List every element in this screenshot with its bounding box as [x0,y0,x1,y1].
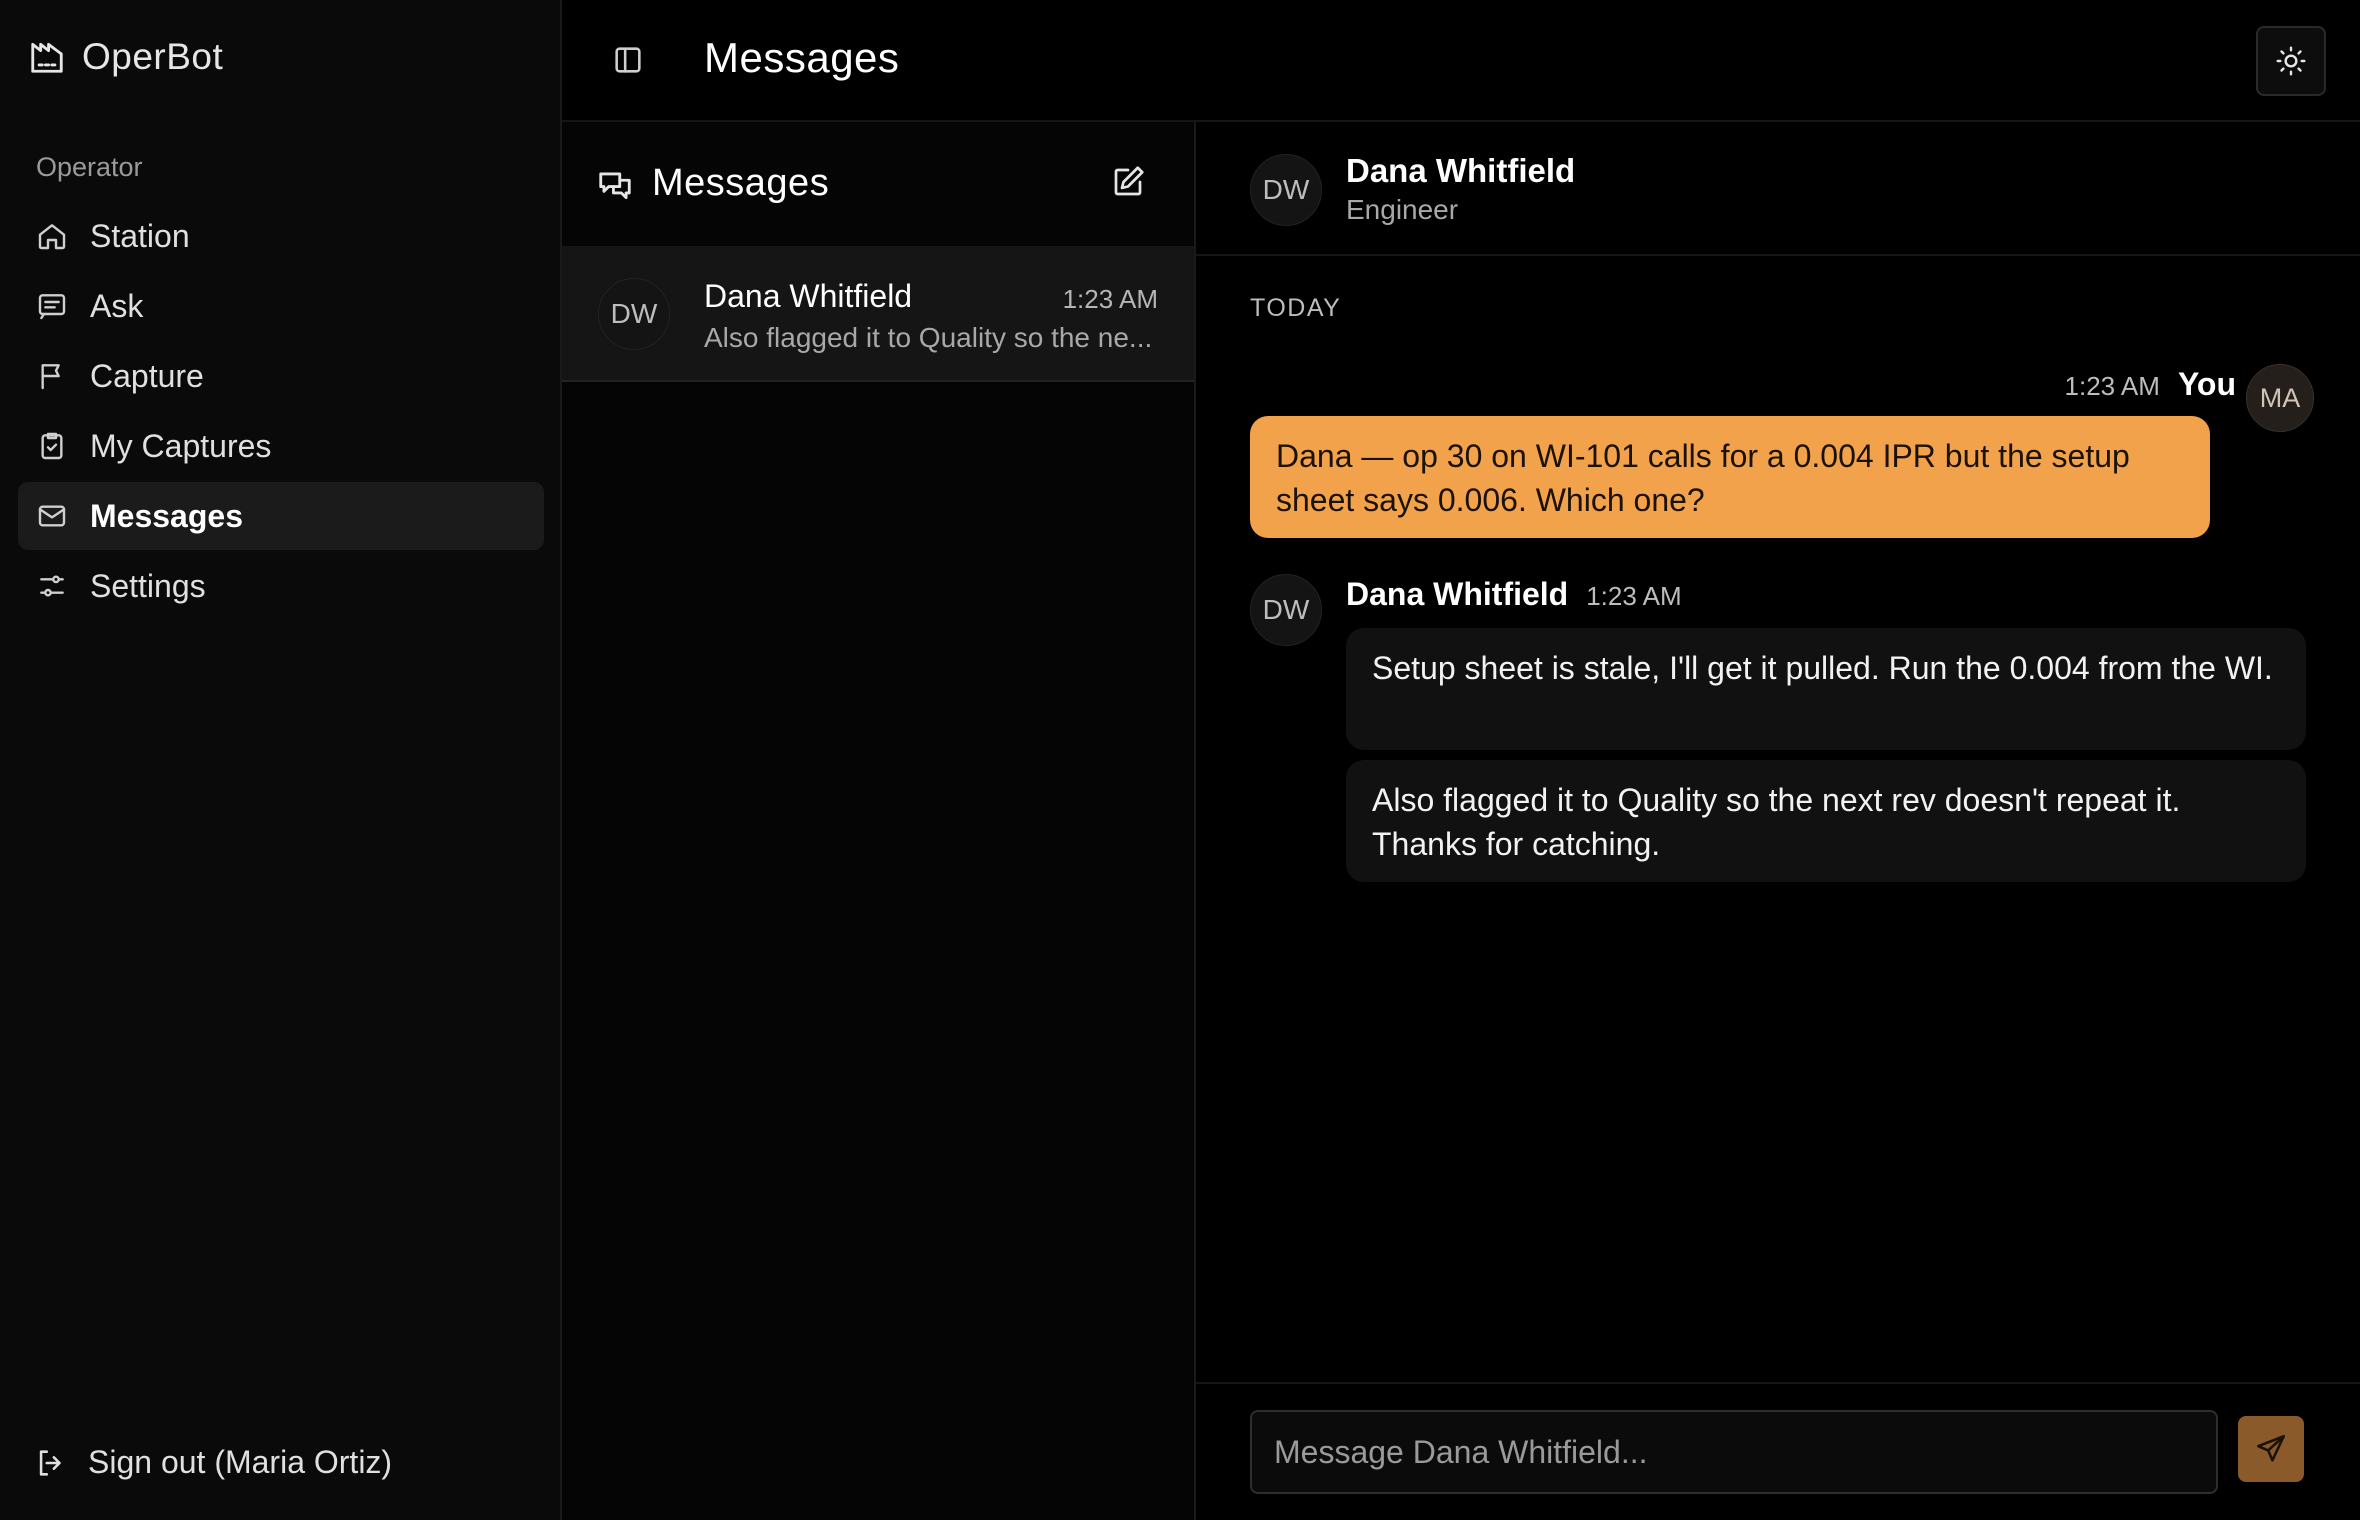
conversation-list-title: Messages [652,162,830,204]
send-button[interactable] [2238,1416,2304,1482]
brand[interactable]: OperBot [28,36,223,78]
chat-icon [34,288,70,324]
sign-out-label: Sign out (Maria Ortiz) [88,1444,393,1480]
message-sender: You [2177,366,2236,402]
clipboard-check-icon [34,428,70,464]
conversation-list: Messages DW Dana Whitfield 1:23 AM Also … [562,122,1196,1520]
sidebar-nav: Station Ask Capture My Captures Messages… [18,202,544,622]
section-label-operator: Operator [36,152,143,182]
sidebar-toggle-button[interactable] [608,40,648,80]
contact-name: Dana Whitfield [1346,152,1576,189]
sidebar-item-ask[interactable]: Ask [18,272,544,340]
page-title: Messages [704,34,900,81]
sun-icon [2275,45,2307,77]
contact-role: Engineer [1346,194,1459,225]
message-time: 1:23 AM [1586,581,1682,611]
chat-pane: DW Dana Whitfield Engineer TODAY 1:23 AM… [1196,122,2360,1520]
factory-icon [28,38,66,76]
conversation-name: Dana Whitfield [704,278,913,314]
message-bubble-incoming: Also flagged it to Quality so the next r… [1346,760,2306,882]
sidebar-item-label: Capture [90,357,204,394]
home-icon [34,218,70,254]
conversation-time: 1:23 AM [1062,284,1158,314]
message-bubble-incoming: Setup sheet is stale, I'll get it pulled… [1346,628,2306,750]
sidebar-item-label: Messages [90,497,243,534]
avatar: DW [598,278,670,350]
sidebar-item-label: My Captures [90,427,272,464]
sidebar: OperBot Operator Station Ask Capture My … [0,0,562,1520]
message-bubble-outgoing: Dana — op 30 on WI-101 calls for a 0.004… [1250,416,2210,538]
message-time: 1:23 AM [2064,371,2160,401]
chat-header: DW Dana Whitfield Engineer [1196,122,2360,256]
conversation-preview: Also flagged it to Quality so the ne... [704,322,1153,353]
conversation-item[interactable]: DW Dana Whitfield 1:23 AM Also flagged i… [562,246,1194,382]
message-input[interactable] [1250,1410,2218,1494]
panel-left-icon [611,43,645,77]
sidebar-item-label: Ask [90,287,144,324]
send-icon [2254,1432,2288,1466]
sidebar-item-station[interactable]: Station [18,202,544,270]
sender-avatar: DW [1250,574,1322,646]
contact-avatar: DW [1250,154,1322,226]
message-sender: Dana Whitfield [1346,576,1569,612]
sidebar-item-capture[interactable]: Capture [18,342,544,410]
sidebar-item-messages[interactable]: Messages [18,482,544,550]
sign-out-button[interactable]: Sign out (Maria Ortiz) [34,1444,392,1481]
message-meta-incoming: Dana Whitfield 1:23 AM [1346,576,1682,613]
message-meta-outgoing: 1:23 AM You [2065,366,2236,403]
compose-icon[interactable] [1110,164,1146,200]
user-avatar: MA [2246,364,2314,432]
theme-toggle-button[interactable] [2256,26,2326,96]
sidebar-item-settings[interactable]: Settings [18,552,544,620]
mail-icon [34,498,70,534]
sidebar-item-my-captures[interactable]: My Captures [18,412,544,480]
messages-icon [596,166,634,204]
sidebar-item-label: Settings [90,567,206,604]
log-out-icon [34,1446,68,1480]
conversation-list-header: Messages [562,122,1194,246]
app-name: OperBot [82,36,224,77]
top-header: Messages [562,0,2360,122]
sidebar-item-label: Station [90,217,190,254]
day-separator: TODAY [1250,294,1342,322]
message-composer [1196,1382,2360,1520]
flag-icon [34,358,70,394]
sliders-icon [34,568,70,604]
